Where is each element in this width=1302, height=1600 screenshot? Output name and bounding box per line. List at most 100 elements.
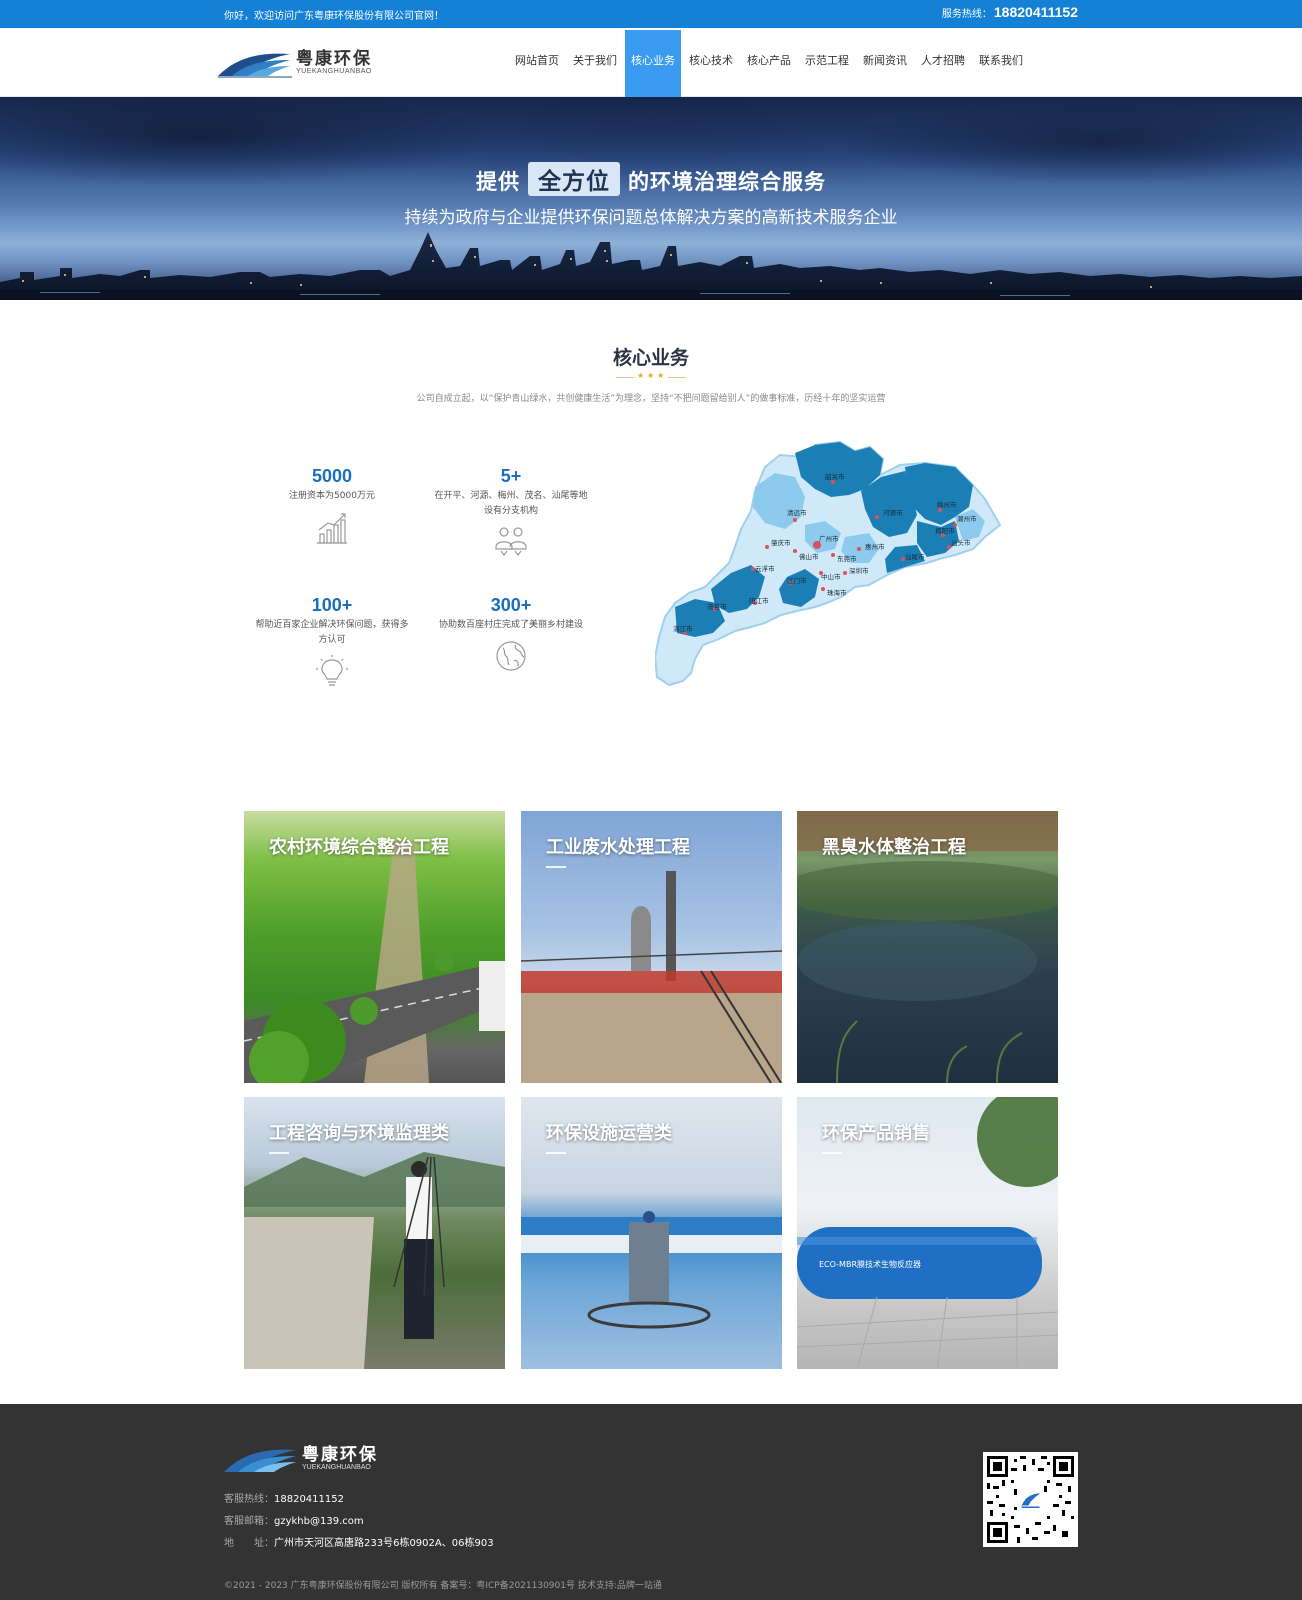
card-facility-operation[interactable]: 环保设施运营类 xyxy=(521,1097,782,1369)
map-city-label: 中山市 xyxy=(821,572,841,581)
map-city-label: 茂名市 xyxy=(707,602,727,611)
map-city-label: 佛山市 xyxy=(799,552,819,561)
footer-email-label: 客服邮箱： xyxy=(224,1516,274,1527)
card-engineering-consulting[interactable]: 工程咨询与环境监理类 xyxy=(244,1097,505,1369)
card-title: 农村环境综合整治工程 xyxy=(269,837,449,858)
map-city-label: 韶关市 xyxy=(825,472,845,481)
stat-number: 5000 xyxy=(311,466,353,486)
footer-address-value: 广州市天河区高唐路233号6栋0902A、06栋903 xyxy=(274,1538,494,1549)
card-industrial-wastewater[interactable]: 工业废水处理工程 xyxy=(521,811,782,1083)
card-divider xyxy=(546,1152,566,1154)
banner-headline-highlight: 全方位 xyxy=(528,162,620,196)
map-city-label: 云浮市 xyxy=(755,564,775,573)
banner-headline-pre: 提供 xyxy=(476,170,520,194)
map-city-label: 东莞市 xyxy=(837,554,857,563)
people-icon xyxy=(495,527,527,556)
qr-code-image xyxy=(983,1452,1078,1547)
nav-about[interactable]: 关于我们 xyxy=(567,30,623,97)
map-city-label: 惠州市 xyxy=(865,542,885,551)
logo-english-name: YUEKANGHUANBAO xyxy=(296,68,372,75)
map-city-label: 潮州市 xyxy=(957,514,977,523)
nav-careers[interactable]: 人才招聘 xyxy=(915,30,971,97)
map-city-label: 江门市 xyxy=(787,576,807,585)
map-city-label: 梅州市 xyxy=(937,500,957,509)
footer-phone: 客服热线：18820411152 xyxy=(224,1490,344,1505)
bar-chart-icon xyxy=(317,513,347,544)
footer-address-label: 地 址： xyxy=(224,1538,274,1549)
stat-enterprises: 100+ 帮助近百家企业解决环保问题，获得多方认可 xyxy=(252,595,412,688)
nav-core-products[interactable]: 核心产品 xyxy=(741,30,797,97)
map-city-label: 广州市 xyxy=(819,534,839,543)
nav-home[interactable]: 网站首页 xyxy=(509,30,565,97)
card-product-sales[interactable]: ECO-MBR膜技术生物反应器 环保产品销售 xyxy=(797,1097,1058,1369)
guangdong-map: 韶关市 清远市 河源市 梅州市 潮州市 揭阳市 汕头市 广州市 肇庆市 佛山市 … xyxy=(655,440,1002,687)
map-city-label: 珠海市 xyxy=(827,588,847,597)
globe-icon xyxy=(496,641,526,671)
site-footer: 粤康环保 YUEKANGHUANBAO 客服热线：18820411152 客服邮… xyxy=(0,1404,1302,1600)
site-logo[interactable]: 粤康环保 YUEKANGHUANBAO xyxy=(218,44,378,84)
hotline-label: 服务热线： xyxy=(941,9,992,20)
card-divider xyxy=(822,1152,842,1154)
site-header: 粤康环保 YUEKANGHUANBAO 网站首页 关于我们 核心业务 核心技术 … xyxy=(0,28,1302,97)
logo-chinese-name: 粤康环保 xyxy=(296,49,372,69)
logo-english-name: YUEKANGHUANBAO xyxy=(302,1464,371,1471)
map-city-label: 汕头市 xyxy=(951,538,971,547)
logo-wave-icon xyxy=(218,53,292,78)
star-icon: ★ xyxy=(657,371,665,380)
section-title: 核心业务 xyxy=(612,347,689,369)
map-city-label: 阳江市 xyxy=(749,596,769,605)
top-bar: 你好，欢迎访问广东粤康环保股份有限公司官网！ 服务热线： 18820411152 xyxy=(0,0,1302,28)
nav-demo-projects[interactable]: 示范工程 xyxy=(799,30,855,97)
hotline-number[interactable]: 18820411152 xyxy=(994,4,1078,20)
section-description: 公司自成立起，以“保护青山绿水，共创健康生活”为理念，坚持“不把问题留给别人”的… xyxy=(416,394,886,404)
nav-core-technology[interactable]: 核心技术 xyxy=(683,30,739,97)
lightbulb-icon xyxy=(316,655,348,686)
stat-villages: 300+ 协助数百座村庄完成了美丽乡村建设 xyxy=(431,595,591,673)
card-title: 环保设施运营类 xyxy=(546,1123,672,1144)
title-divider: ★ ★ ★ xyxy=(616,371,686,382)
card-title: 工程咨询与环境监理类 xyxy=(269,1123,449,1144)
nav-core-business[interactable]: 核心业务 xyxy=(625,30,681,97)
footer-phone-value[interactable]: 18820411152 xyxy=(274,1494,344,1505)
card-title: 环保产品销售 xyxy=(822,1123,930,1144)
stat-branches: 5+ 在开平、河源、梅州、茂名、汕尾等地设有分支机构 xyxy=(431,466,591,557)
tank-label: ECO-MBR膜技术生物反应器 xyxy=(819,1259,921,1269)
main-nav: 网站首页 关于我们 核心业务 核心技术 核心产品 示范工程 新闻资讯 人才招聘 … xyxy=(508,30,1030,97)
service-hotline: 服务热线： 18820411152 xyxy=(942,4,1078,20)
stat-registered-capital: 5000 注册资本为5000万元 xyxy=(252,466,412,546)
stat-text: 在开平、河源、梅州、茂名、汕尾等地设有分支机构 xyxy=(434,491,588,516)
logo-wave-icon xyxy=(224,1449,296,1472)
card-title: 工业废水处理工程 xyxy=(546,837,690,858)
footer-email-value[interactable]: gzykhb@139.com xyxy=(274,1516,364,1527)
banner-headline: 提供 全方位 的环境治理综合服务 xyxy=(0,162,1302,196)
map-city-label: 汕尾市 xyxy=(905,552,925,561)
nav-news[interactable]: 新闻资讯 xyxy=(857,30,913,97)
star-icon: ★ xyxy=(637,371,645,380)
map-city-label: 湛江市 xyxy=(673,624,693,633)
welcome-text: 你好，欢迎访问广东粤康环保股份有限公司官网！ xyxy=(224,11,444,22)
stat-text: 注册资本为5000万元 xyxy=(289,491,375,501)
card-rural-environment[interactable]: 农村环境综合整治工程 xyxy=(244,811,505,1083)
footer-copyright: ©2021 - 2023 广东粤康环保股份有限公司 版权所有 备案号：粤ICP备… xyxy=(224,1581,662,1591)
footer-email: 客服邮箱：gzykhb@139.com xyxy=(224,1512,364,1527)
map-city-label: 河源市 xyxy=(883,508,903,517)
banner-subheadline: 持续为政府与企业提供环保问题总体解决方案的高新技术服务企业 xyxy=(404,208,898,228)
banner-headline-post: 的环境治理综合服务 xyxy=(628,170,826,194)
hero-banner: 提供 全方位 的环境治理综合服务 持续为政府与企业提供环保问题总体解决方案的高新技术… xyxy=(0,97,1302,300)
star-icon: ★ xyxy=(647,371,655,380)
card-divider xyxy=(546,866,566,868)
footer-logo[interactable]: 粤康环保 YUEKANGHUANBAO xyxy=(224,1440,394,1474)
card-black-odorous-water[interactable]: 黑臭水体整治工程 xyxy=(797,811,1058,1083)
stat-text: 协助数百座村庄完成了美丽乡村建设 xyxy=(438,620,583,630)
stat-number: 300+ xyxy=(490,595,532,615)
footer-address: 地 址：广州市天河区高唐路233号6栋0902A、06栋903 xyxy=(224,1534,494,1549)
footer-phone-label: 客服热线： xyxy=(224,1494,274,1505)
map-city-label: 揭阳市 xyxy=(935,526,955,535)
map-city-label: 肇庆市 xyxy=(771,538,791,547)
stat-number: 100+ xyxy=(311,595,353,615)
map-city-label: 清远市 xyxy=(787,508,807,517)
map-city-label: 深圳市 xyxy=(849,566,869,575)
card-title: 黑臭水体整治工程 xyxy=(822,837,966,858)
nav-contact[interactable]: 联系我们 xyxy=(973,30,1029,97)
card-divider xyxy=(269,1152,289,1154)
